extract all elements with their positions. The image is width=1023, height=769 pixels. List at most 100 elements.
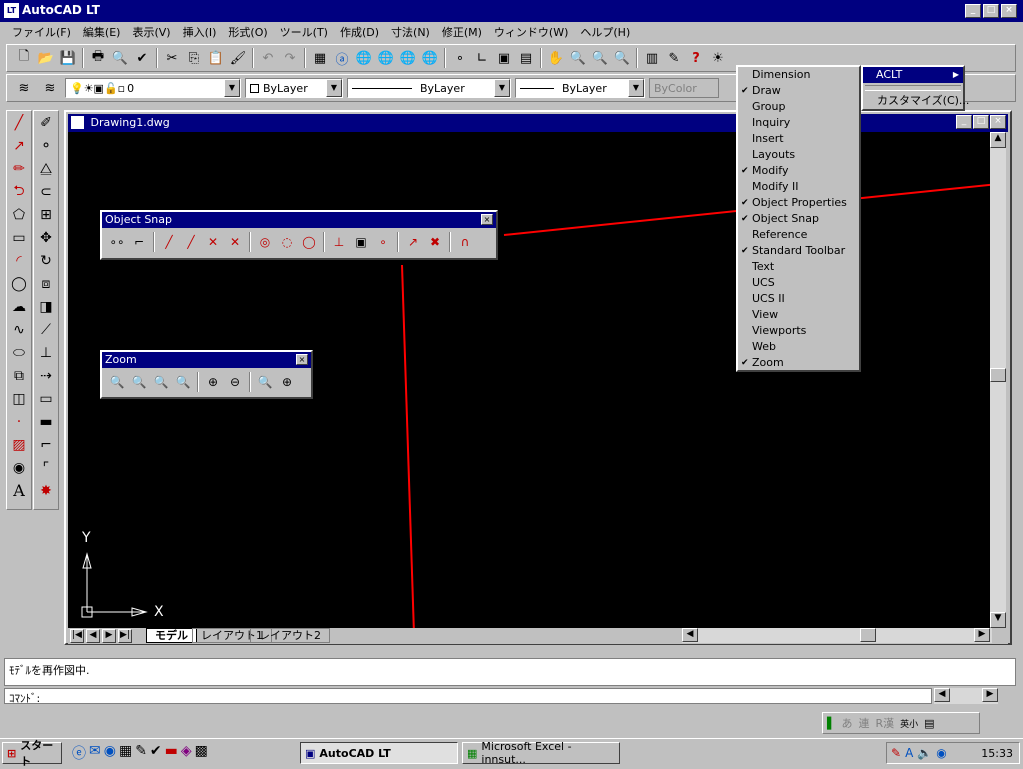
trim-icon[interactable]: ⊥ <box>34 341 58 364</box>
start-button[interactable]: ⊞ スタート <box>2 739 62 768</box>
layer-previous-icon[interactable]: ≋ <box>39 77 61 99</box>
hscroll-thumb[interactable] <box>860 628 876 642</box>
task-autocad[interactable]: ▣ AutoCAD LT <box>300 742 458 764</box>
pen-tray-icon[interactable]: ✎ <box>891 746 901 760</box>
erase-icon[interactable]: ✐ <box>34 111 58 134</box>
node-icon[interactable]: ∘ <box>372 231 394 253</box>
new-file-icon[interactable]: 🗋 <box>13 47 35 69</box>
endpoint-icon[interactable]: ╱ <box>158 231 180 253</box>
zoom-scale-icon[interactable]: 🔍 <box>150 371 172 393</box>
region-icon[interactable]: ◉ <box>7 456 31 479</box>
cut-icon[interactable]: ✂ <box>161 47 183 69</box>
minimize-button[interactable]: _ <box>965 4 981 18</box>
ime-help-icon[interactable]: ▤ <box>924 717 934 730</box>
none-icon[interactable]: ✖ <box>424 231 446 253</box>
point-icon[interactable]: · <box>7 410 31 433</box>
chamfer-icon[interactable]: ⌐ <box>34 433 58 456</box>
menu-item-toolbar[interactable]: ✔ Draw <box>738 83 859 99</box>
zoom-in-icon[interactable]: ⊕ <box>202 371 224 393</box>
ucs-icon[interactable]: ∟ <box>471 47 493 69</box>
fillet-icon[interactable]: ⌜ <box>34 456 58 479</box>
insert-icon[interactable]: ▣ <box>350 231 372 253</box>
mtext-icon[interactable]: A <box>7 479 31 502</box>
insert-block-icon[interactable]: ⧉ <box>7 364 31 387</box>
menu-modify[interactable]: 修正(M) <box>436 24 488 40</box>
chevron-down-icon[interactable]: ▼ <box>224 79 240 97</box>
snap-from-icon[interactable]: ⌐ <box>128 231 150 253</box>
scroll-up-icon[interactable]: ▲ <box>990 132 1006 148</box>
color-dropdown[interactable]: ByLayer ▼ <box>245 78 343 98</box>
zoom-extents-icon[interactable]: ⊕ <box>276 371 298 393</box>
app-icon-3[interactable]: ▬ <box>165 743 178 763</box>
scroll-right-icon[interactable]: ▶ <box>982 688 998 702</box>
hyperlink-icon[interactable]: 🌐 <box>375 47 397 69</box>
rotate-icon[interactable]: ↻ <box>34 249 58 272</box>
object-snap-title-bar[interactable]: Object Snap × <box>102 212 496 228</box>
app-icon-4[interactable]: ◈ <box>181 743 192 763</box>
line-icon[interactable]: ╱ <box>7 111 31 134</box>
maximize-button[interactable]: □ <box>983 4 999 18</box>
internet-explorer-icon[interactable]: ⓔ <box>72 743 86 763</box>
zoom-window-icon[interactable]: 🔍 <box>106 371 128 393</box>
named-views-icon[interactable]: ▣ <box>493 47 515 69</box>
undo-icon[interactable]: ↶ <box>257 47 279 69</box>
layer-manager-icon[interactable]: ≋ <box>13 77 35 99</box>
layer-dropdown[interactable]: 💡☀▣🔓▫ 0 ▼ <box>65 78 241 98</box>
menu-insert[interactable]: 挿入(I) <box>177 24 223 40</box>
scroll-right-icon[interactable]: ▶ <box>974 628 990 642</box>
menu-format[interactable]: 形式(O) <box>222 24 273 40</box>
app-icon-5[interactable]: ▩ <box>195 743 208 763</box>
break-at-point-icon[interactable]: ▬ <box>34 410 58 433</box>
menu-item-toolbar[interactable]: Text <box>738 259 859 275</box>
scroll-thumb[interactable] <box>990 368 1006 382</box>
move-icon[interactable]: ✥ <box>34 226 58 249</box>
app-icon-1[interactable]: ✎ <box>135 743 147 763</box>
desktop-icon[interactable]: ▦ <box>119 743 132 763</box>
menu-dimension[interactable]: 寸法(N) <box>385 24 436 40</box>
chevron-down-icon[interactable]: ▼ <box>326 79 342 97</box>
hatch-icon[interactable]: ▨ <box>7 433 31 456</box>
ime-handle-icon[interactable]: ▌ <box>827 717 835 730</box>
menu-help[interactable]: ヘルプ(H) <box>574 24 636 40</box>
command-input[interactable]: ｺﾏﾝﾄﾞ: <box>4 688 932 705</box>
network-tray-icon[interactable]: ◉ <box>936 746 946 760</box>
menu-item-toolbar[interactable]: Viewports <box>738 323 859 339</box>
tab-last-icon[interactable]: ▶| <box>118 629 132 643</box>
temp-track-icon[interactable]: ∘∘ <box>106 231 128 253</box>
menu-item-toolbar[interactable]: UCS II <box>738 291 859 307</box>
menu-item-toolbar[interactable]: Dimension <box>738 67 859 83</box>
match-properties-icon[interactable]: 🖌 <box>227 47 249 69</box>
volume-icon[interactable]: 🔈 <box>917 746 932 760</box>
explode-icon[interactable]: ✸ <box>34 479 58 502</box>
autocad-app-icon[interactable]: LT <box>4 3 19 18</box>
menu-item-toolbar[interactable]: ✔ Modify <box>738 163 859 179</box>
publish-web-icon[interactable]: 🌐 <box>397 47 419 69</box>
chevron-down-icon[interactable]: ▼ <box>494 79 510 97</box>
menu-item-aclt[interactable]: ACLT ▶ <box>863 67 963 83</box>
web-browse-icon[interactable]: 🌐 <box>353 47 375 69</box>
app-icon-2[interactable]: ✔ <box>150 743 162 763</box>
help-icon[interactable]: ? <box>685 47 707 69</box>
drawing-minimize-button[interactable]: _ <box>956 115 972 129</box>
temp-track-point-icon[interactable]: ∘ <box>449 47 471 69</box>
circle-icon[interactable]: ◯ <box>7 272 31 295</box>
design-center-icon[interactable]: ▦ <box>309 47 331 69</box>
quadrant-icon[interactable]: ◌ <box>276 231 298 253</box>
chevron-down-icon[interactable]: ▼ <box>628 79 644 97</box>
zoom-window-icon[interactable]: 🔍 <box>589 47 611 69</box>
ray-icon[interactable]: ↗ <box>7 134 31 157</box>
zoom-title-bar[interactable]: Zoom × <box>102 352 311 368</box>
undo-line-icon[interactable]: ⮌ <box>7 180 31 203</box>
perpendicular-icon[interactable]: ⊥ <box>328 231 350 253</box>
task-excel[interactable]: ▦ Microsoft Excel - innsut... <box>462 740 620 766</box>
ellipse-icon[interactable]: ⬭ <box>7 341 31 364</box>
arc-icon[interactable]: ◜ <box>7 249 31 272</box>
etransmit-icon[interactable]: 🌐 <box>419 47 441 69</box>
close-button[interactable]: × <box>1001 4 1017 18</box>
spline-icon[interactable]: ∿ <box>7 318 31 341</box>
menu-item-toolbar[interactable]: Group <box>738 99 859 115</box>
menu-item-toolbar[interactable]: UCS <box>738 275 859 291</box>
tab-next-icon[interactable]: ▶ <box>102 629 116 643</box>
ime-mode[interactable]: あ <box>841 715 852 731</box>
menu-item-toolbar[interactable]: Web <box>738 339 859 355</box>
